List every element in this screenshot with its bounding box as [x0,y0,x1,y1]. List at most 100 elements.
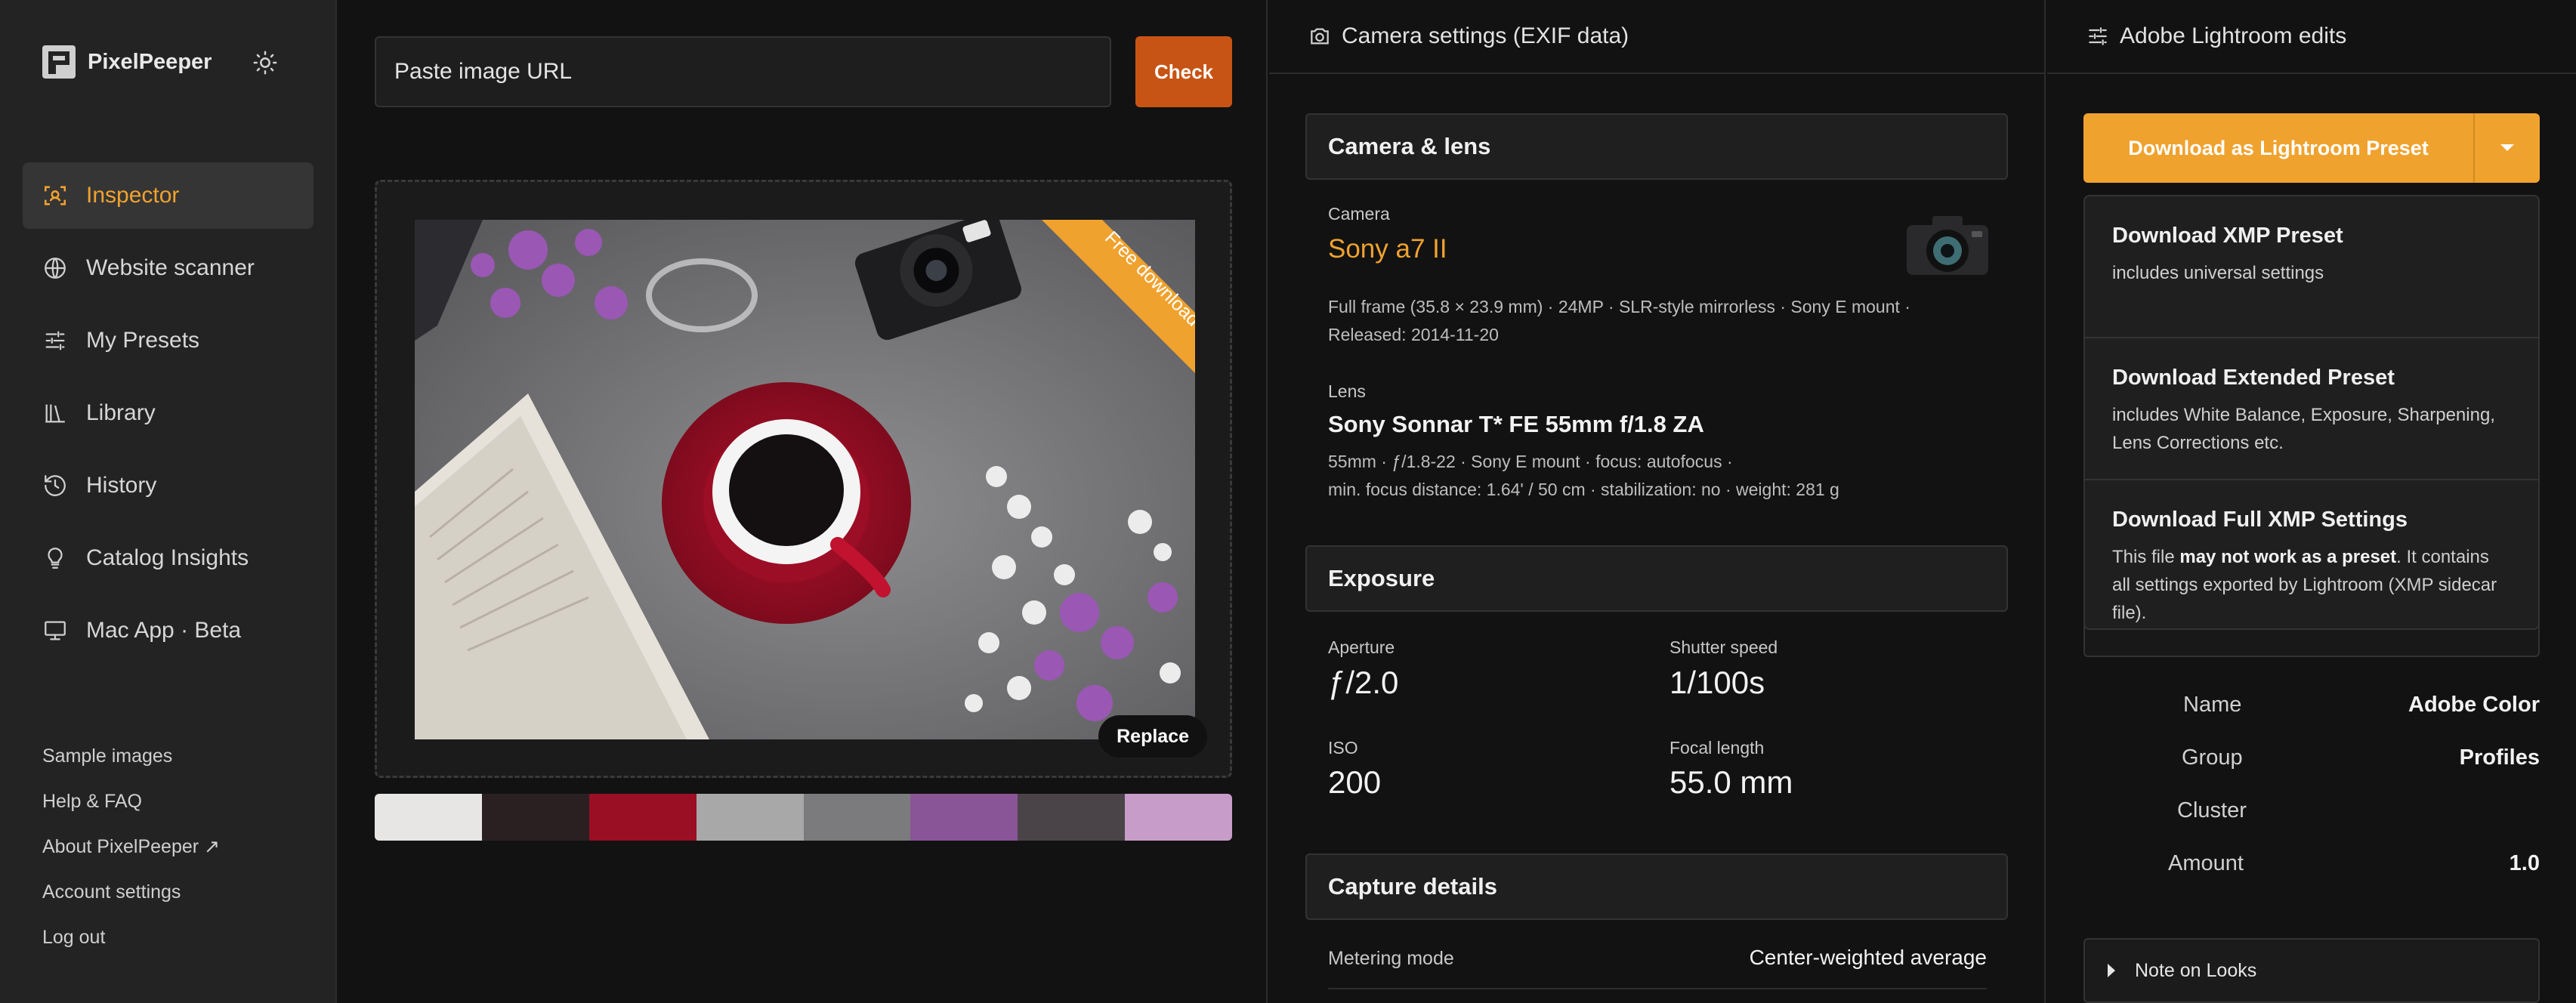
camera-meta-line: Full frame (35.8 × 23.9 mm) · 24MP · SLR… [1328,297,1910,316]
lightroom-panel: Adobe Lightroom edits Download as Lightr… [2047,0,2576,1003]
camera-settings-panel: Camera settings (EXIF data) Camera & len… [1269,0,2046,1003]
capture-details-heading: Capture details [1305,853,2008,920]
sidebar-item-catalog-insights[interactable]: Catalog Insights [23,525,314,591]
sidebar-item-website-scanner[interactable]: Website scanner [23,235,314,301]
pixelpeeper-logo-icon [42,45,76,79]
sidebar-item-label: History [86,473,157,498]
history-icon [41,471,69,500]
photo-illustration [415,220,1195,739]
lens-meta: 55mm · ƒ/1.8-22 · Sony E mount · focus: … [1328,448,1993,504]
profile-group-label: Group [2182,745,2243,770]
sidebar-item-label: My Presets [86,328,200,353]
help-faq-link[interactable]: Help & FAQ [42,789,220,834]
lens-name: Sony Sonnar T* FE 55mm f/1.8 ZA [1328,411,1704,437]
replace-button[interactable]: Replace [1098,715,1207,758]
log-out-link[interactable]: Log out [42,924,220,970]
theme-toggle-button[interactable] [249,47,281,79]
image-url-input[interactable] [375,36,1111,107]
sidebar-item-mac-app[interactable]: Mac App · Beta [23,597,314,664]
palette-swatch[interactable] [1125,794,1232,841]
profile-cluster-label: Cluster [2177,798,2247,822]
preview-image: Free download [415,220,1195,739]
sidebar-footer-links: Sample images Help & FAQ About PixelPeep… [42,743,220,970]
sidebar-item-inspector[interactable]: Inspector [23,162,314,229]
focal-length-value: 55.0 mm [1669,764,1793,800]
menu-item-extended-preset[interactable]: Download Extended Preset includes White … [2085,338,2538,480]
palette-swatch[interactable] [375,794,482,841]
profile-amount-value: 1.0 [2509,851,2540,875]
iso-value: 200 [1328,764,1382,800]
menu-item-xmp-preset[interactable]: Download XMP Preset includes universal s… [2085,196,2538,338]
color-palette [375,794,1232,841]
profile-name-value: Adobe Color [2408,693,2540,717]
sidebar-item-label: Library [86,400,156,425]
download-options-menu: Download XMP Preset includes universal s… [2083,195,2540,630]
palette-swatch[interactable] [1018,794,1126,841]
menu-item-description: This file may not work as a preset. It c… [2112,543,2511,627]
menu-item-full-xmp[interactable]: Download Full XMP Settings This file may… [2085,480,2538,623]
monitor-icon [41,616,69,645]
shutter-speed-value: 1/100s [1669,665,1765,700]
palette-swatch[interactable] [803,794,911,841]
sidebar-item-label: Website scanner [86,255,255,280]
exposure-heading: Exposure [1305,545,2008,612]
metering-mode-label: Metering mode [1328,948,1454,969]
download-preset-button[interactable]: Download as Lightroom Preset [2083,113,2475,183]
sliders-icon [41,326,69,355]
aperture-label: Aperture [1328,637,1395,657]
note-on-looks-toggle[interactable]: Note on Looks [2083,938,2540,1003]
camera-label: Camera [1328,204,1390,224]
palette-swatch[interactable] [481,794,589,841]
profile-name-label: Name [2183,693,2242,717]
camera-thumbnail-icon [1907,216,1988,275]
camera-meta: Full frame (35.8 × 23.9 mm) · 24MP · SLR… [1328,293,1993,349]
camera-settings-header: Camera settings (EXIF data) [1269,0,2044,74]
lightroom-title: Adobe Lightroom edits [2120,23,2347,48]
sidebar: PixelPeeper Inspector Website scanner My… [0,0,337,1003]
sidebar-item-library[interactable]: Library [23,380,314,446]
image-dropzone[interactable]: Free download Replace [375,180,1232,778]
menu-item-title: Download Extended Preset [2112,366,2395,390]
camera-settings-title: Camera settings (EXIF data) [1342,23,1629,48]
sun-icon [253,51,277,75]
lens-label: Lens [1328,381,1366,401]
iso-label: ISO [1328,738,1358,758]
lightbulb-icon [41,544,69,572]
inspector-panel: Check [338,0,1268,1003]
menu-item-description: includes White Balance, Exposure, Sharpe… [2112,405,2495,453]
account-settings-link[interactable]: Account settings [42,879,220,924]
sliders-icon [2085,23,2111,49]
about-link[interactable]: About PixelPeeper ↗ [42,834,220,879]
camera-lens-heading: Camera & lens [1305,113,2008,180]
lens-meta-line: 55mm · ƒ/1.8-22 · Sony E mount · focus: … [1328,452,1733,471]
sidebar-item-label: Catalog Insights [86,545,249,570]
sample-images-link[interactable]: Sample images [42,743,220,789]
sidebar-item-my-presets[interactable]: My Presets [23,307,314,374]
description-text: This file [2112,547,2180,567]
palette-swatch[interactable] [696,794,804,841]
profile-amount-label: Amount [2168,851,2244,875]
sidebar-item-history[interactable]: History [23,452,314,519]
caret-down-icon [2500,144,2514,151]
shutter-speed-label: Shutter speed [1669,637,1778,657]
check-button[interactable]: Check [1135,36,1232,107]
menu-item-title: Download Full XMP Settings [2112,508,2408,532]
profile-group-value: Profiles [2459,745,2540,770]
camera-name-link[interactable]: Sony a7 II [1328,234,1447,264]
library-icon [41,399,69,427]
aperture-value: ƒ/2.0 [1328,665,1399,700]
lens-meta-line: min. focus distance: 1.64' / 50 cm · sta… [1328,480,1839,499]
palette-swatch[interactable] [910,794,1018,841]
menu-item-title: Download XMP Preset [2112,224,2343,248]
download-options-toggle[interactable] [2475,113,2540,183]
camera-release-date: Released: 2014-11-20 [1328,325,1499,344]
focal-length-label: Focal length [1669,738,1765,758]
palette-swatch[interactable] [588,794,697,841]
lightroom-header: Adobe Lightroom edits [2047,0,2576,74]
camera-icon [1307,23,1333,49]
caret-right-icon [2108,964,2115,977]
scan-icon [41,181,69,210]
brand[interactable]: PixelPeeper [41,44,212,80]
warning-text: may not work as a preset [2179,547,2397,567]
sidebar-nav: Inspector Website scanner My Presets Lib… [23,162,314,670]
